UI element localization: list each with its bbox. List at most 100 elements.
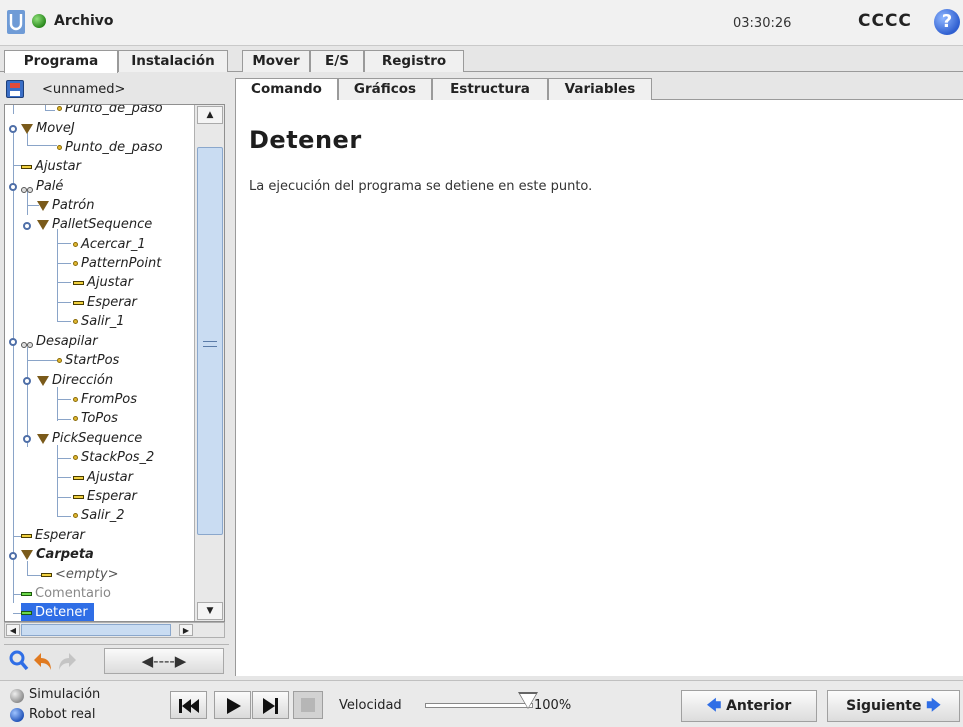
tab-mover[interactable]: Mover xyxy=(242,50,310,72)
waypoint-icon xyxy=(57,106,62,111)
tree-node[interactable]: Desapilar xyxy=(21,332,98,351)
expand-pin-icon[interactable] xyxy=(9,338,17,346)
real-robot-label[interactable]: Robot real xyxy=(29,707,95,722)
tree-node[interactable]: Patrón xyxy=(37,196,94,215)
tree-node[interactable]: Esperar xyxy=(73,293,137,312)
folder-icon xyxy=(37,200,49,211)
search-icon[interactable] xyxy=(8,648,30,674)
real-robot-radio[interactable] xyxy=(10,708,24,722)
tree-node[interactable]: Acercar_1 xyxy=(73,235,146,254)
stop-icon xyxy=(301,698,315,712)
tab-es[interactable]: E/S xyxy=(310,50,364,72)
expand-pin-icon[interactable] xyxy=(9,552,17,560)
expand-pin-icon[interactable] xyxy=(23,435,31,443)
halt-icon xyxy=(21,610,32,615)
move-node-button[interactable]: ◀----▶ xyxy=(104,648,224,674)
simulation-radio[interactable] xyxy=(10,689,24,703)
tree-node[interactable]: FromPos xyxy=(73,390,137,409)
tab-instalacion[interactable]: Instalación xyxy=(118,50,228,72)
tree-node[interactable]: Punto_de_paso xyxy=(57,138,163,157)
tree-node[interactable]: ToPos xyxy=(73,409,118,428)
expand-pin-icon[interactable] xyxy=(9,125,17,133)
previous-button[interactable]: 🡄 Anterior xyxy=(681,690,817,722)
tree-node[interactable]: PatternPoint xyxy=(73,254,161,273)
tree-toolbar: ◀----▶ xyxy=(4,644,229,676)
undo-icon[interactable] xyxy=(32,648,54,674)
save-icon[interactable] xyxy=(6,80,24,98)
move-icon xyxy=(21,123,33,134)
help-icon[interactable]: ? xyxy=(934,9,960,35)
scroll-right-icon[interactable]: ▶ xyxy=(179,624,193,636)
tree-node[interactable]: Salir_1 xyxy=(73,312,125,331)
tree-horizontal-scrollbar[interactable]: ◀ ▶ xyxy=(4,622,225,638)
command-title: Detener xyxy=(249,126,362,154)
stop-button[interactable] xyxy=(293,691,323,719)
tree-node[interactable]: StartPos xyxy=(57,351,119,370)
tree-node[interactable]: MoveJ xyxy=(21,119,75,138)
speed-slider[interactable] xyxy=(425,703,533,708)
command-icon xyxy=(73,280,84,285)
tree-node[interactable]: Carpeta xyxy=(21,545,94,564)
next-button[interactable]: Siguiente 🡆 xyxy=(827,690,960,722)
tree-node-selected[interactable]: Detener xyxy=(21,603,94,621)
tree-nodes: Punto_de_paso MoveJ Punto_de_paso Ajusta… xyxy=(5,105,193,621)
expand-pin-icon[interactable] xyxy=(23,377,31,385)
pallet-icon xyxy=(21,337,33,348)
tree-node[interactable]: Salir_2 xyxy=(73,506,125,525)
clock: 03:30:26 xyxy=(733,16,792,31)
play-button[interactable] xyxy=(214,691,251,719)
bottom-bar: Simulación Robot real Velocidad 100% 🡄 A… xyxy=(0,680,963,727)
tab-estructura[interactable]: Estructura xyxy=(432,78,548,100)
tree-node[interactable]: <empty> xyxy=(41,565,119,584)
program-tree: Punto_de_paso MoveJ Punto_de_paso Ajusta… xyxy=(4,104,225,622)
tree-node[interactable]: Ajustar xyxy=(21,157,81,176)
ur-logo-icon xyxy=(7,10,25,34)
tree-node[interactable]: PickSequence xyxy=(37,429,142,448)
tab-graficos[interactable]: Gráficos xyxy=(338,78,432,100)
skip-to-start-button[interactable] xyxy=(170,691,207,719)
waypoint-icon xyxy=(73,513,78,518)
waypoint-icon xyxy=(73,261,78,266)
command-description: La ejecución del programa se detiene en … xyxy=(249,179,593,194)
tree-node[interactable]: Punto_de_paso xyxy=(57,105,163,118)
pallet-icon xyxy=(21,182,33,193)
tree-node[interactable]: Esperar xyxy=(73,487,137,506)
tab-comando[interactable]: Comando xyxy=(235,78,338,101)
scroll-up-icon[interactable]: ▲ xyxy=(197,106,223,124)
step-button[interactable] xyxy=(252,691,289,719)
command-icon xyxy=(41,572,52,577)
program-tree-panel: <unnamed> Punto_de_paso MoveJ Punto_de_p… xyxy=(4,76,229,676)
speed-value: 100% xyxy=(534,698,572,713)
folder-icon xyxy=(21,549,33,560)
expand-pin-icon[interactable] xyxy=(9,183,17,191)
title-bar: Archivo 03:30:26 CCCC ? xyxy=(0,0,963,46)
file-menu[interactable]: Archivo xyxy=(54,13,114,29)
command-panel: Detener La ejecución del programa se det… xyxy=(235,100,963,676)
tree-node[interactable]: Ajustar xyxy=(73,273,133,292)
tree-node[interactable]: Ajustar xyxy=(73,468,133,487)
tree-node[interactable]: Dirección xyxy=(37,371,113,390)
scroll-down-icon[interactable]: ▼ xyxy=(197,602,223,620)
tab-registro[interactable]: Registro xyxy=(364,50,464,72)
simulation-label[interactable]: Simulación xyxy=(29,687,100,702)
skip-back-icon xyxy=(179,699,199,713)
tree-node[interactable]: Esperar xyxy=(21,526,85,545)
arrow-left-icon: 🡄 xyxy=(706,698,727,714)
tab-variables[interactable]: Variables xyxy=(548,78,652,100)
scroll-thumb[interactable] xyxy=(197,147,223,535)
scroll-left-icon[interactable]: ◀ xyxy=(6,624,20,636)
tree-node[interactable]: Palé xyxy=(21,177,63,196)
main-tabs: Programa Instalación Mover E/S Registro xyxy=(0,46,963,73)
status-indicator-icon xyxy=(32,14,46,28)
scroll-thumb[interactable] xyxy=(21,624,171,636)
expand-pin-icon[interactable] xyxy=(23,222,31,230)
tree-node[interactable]: StackPos_2 xyxy=(73,448,154,467)
tree-vertical-scrollbar[interactable]: ▲ ▼ xyxy=(194,105,224,621)
tree-node[interactable]: Comentario xyxy=(21,584,111,603)
tab-programa[interactable]: Programa xyxy=(4,50,118,73)
waypoint-icon xyxy=(73,416,78,421)
tree-node[interactable]: PalletSequence xyxy=(37,215,152,234)
waypoint-icon xyxy=(73,397,78,402)
redo-icon[interactable] xyxy=(56,648,78,674)
waypoint-icon xyxy=(57,145,62,150)
